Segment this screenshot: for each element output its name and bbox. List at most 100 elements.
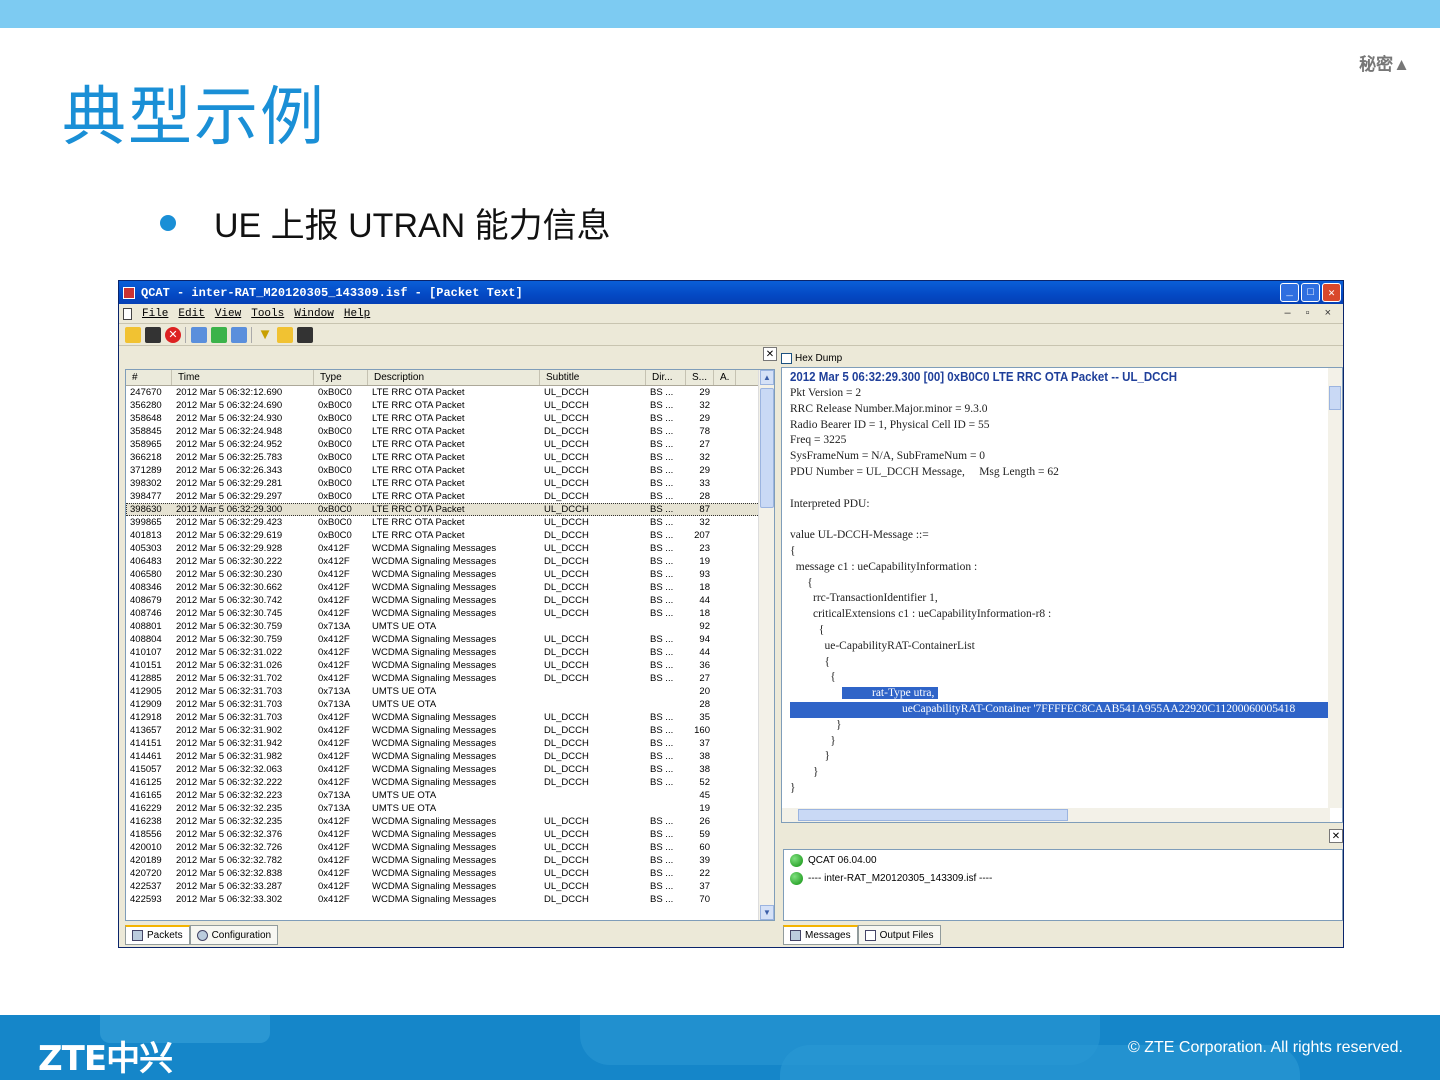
table-cell: LTE RRC OTA Packet	[372, 387, 465, 398]
messages-icon	[790, 930, 801, 941]
export-folder-icon[interactable]	[277, 326, 293, 343]
highlighted-rat-container: ueCapabilityRAT-Container '7FFFFEC8CAAB5…	[790, 701, 1332, 718]
menu-window[interactable]: Window	[294, 308, 334, 320]
table-row[interactable]: 416229 2012 Mar 5 06:32:32.235 0x713A UMTS …	[126, 802, 774, 815]
table-row[interactable]: 398477 2012 Mar 5 06:32:29.297 0xB0C0 LTE R…	[126, 490, 774, 503]
packet-text-view[interactable]: 2012 Mar 5 06:32:29.300 [00] 0xB0C0 LTE …	[781, 367, 1343, 823]
table-row[interactable]: 406580 2012 Mar 5 06:32:30.230 0x412F WCDMA…	[126, 568, 774, 581]
table-row[interactable]: 422537 2012 Mar 5 06:32:33.287 0x412F WCDMA…	[126, 880, 774, 893]
table-cell	[714, 425, 736, 438]
table-cell: 2012 Mar 5 06:32:32.726	[176, 842, 283, 853]
scroll-up-icon[interactable]: ▲	[760, 370, 774, 385]
table-row[interactable]: 413657 2012 Mar 5 06:32:31.902 0x412F WCDMA…	[126, 724, 774, 737]
table-row[interactable]: 410151 2012 Mar 5 06:32:31.026 0x412F WCDMA…	[126, 659, 774, 672]
table-row[interactable]: 422593 2012 Mar 5 06:32:33.302 0x412F WCDMA…	[126, 893, 774, 906]
table-row[interactable]: 418556 2012 Mar 5 06:32:32.376 0x412F WCDMA…	[126, 828, 774, 841]
column-header[interactable]: Type	[314, 370, 368, 385]
table-row[interactable]: 420720 2012 Mar 5 06:32:32.838 0x412F WCDMA…	[126, 867, 774, 880]
table-cell: 0xB0C0	[318, 426, 352, 437]
menu-tools[interactable]: Tools	[251, 308, 284, 320]
mdi-controls[interactable]: – ▫ ×	[1284, 307, 1337, 319]
table-row[interactable]: 401813 2012 Mar 5 06:32:29.619 0xB0C0 LTE R…	[126, 529, 774, 542]
column-header[interactable]: Time	[172, 370, 314, 385]
table-row[interactable]: 412918 2012 Mar 5 06:32:31.703 0x412F WCDMA…	[126, 711, 774, 724]
document-icon[interactable]	[123, 307, 132, 320]
table-row[interactable]: 371289 2012 Mar 5 06:32:26.343 0xB0C0 LTE R…	[126, 464, 774, 477]
hex-dump-toggle[interactable]: Hex Dump	[781, 349, 1343, 367]
menu-view[interactable]: View	[215, 308, 241, 320]
packet-table[interactable]: # Time Type Description Subtitle Dir... …	[125, 369, 775, 921]
stop-icon[interactable]: ✕	[165, 326, 181, 343]
menu-file[interactable]: File	[142, 308, 168, 320]
table-row[interactable]: 420010 2012 Mar 5 06:32:32.726 0x412F WCDMA…	[126, 841, 774, 854]
table-row[interactable]: 408746 2012 Mar 5 06:32:30.745 0x412F WCDMA…	[126, 607, 774, 620]
table-row[interactable]: 416165 2012 Mar 5 06:32:32.223 0x713A UMTS …	[126, 789, 774, 802]
table-row[interactable]: 414151 2012 Mar 5 06:32:31.942 0x412F WCDMA…	[126, 737, 774, 750]
window-titlebar[interactable]: QCAT - inter-RAT_M20120305_143309.isf - …	[119, 281, 1343, 304]
table-row[interactable]: 405303 2012 Mar 5 06:32:29.928 0x412F WCDMA…	[126, 542, 774, 555]
table-cell: UL_DCCH	[544, 634, 589, 645]
menu-edit[interactable]: Edit	[178, 308, 204, 320]
table-row[interactable]: 408346 2012 Mar 5 06:32:30.662 0x412F WCDMA…	[126, 581, 774, 594]
table-row[interactable]: 358845 2012 Mar 5 06:32:24.948 0xB0C0 LTE R…	[126, 425, 774, 438]
table-row[interactable]: 358648 2012 Mar 5 06:32:24.930 0xB0C0 LTE R…	[126, 412, 774, 425]
table-cell: 0x412F	[318, 881, 350, 892]
open-folder-icon[interactable]	[125, 326, 141, 343]
save-icon[interactable]	[145, 326, 161, 343]
scroll-down-icon[interactable]: ▼	[760, 905, 774, 920]
table-row[interactable]: 412909 2012 Mar 5 06:32:31.703 0x713A UMTS …	[126, 698, 774, 711]
hex-dump-checkbox[interactable]	[781, 352, 792, 364]
scroll-thumb[interactable]	[1329, 386, 1341, 410]
table-row[interactable]: 399865 2012 Mar 5 06:32:29.423 0xB0C0 LTE R…	[126, 516, 774, 529]
minimize-button[interactable]: _	[1280, 283, 1299, 302]
pane-close-icon[interactable]: ✕	[763, 347, 777, 361]
table-row[interactable]: 406483 2012 Mar 5 06:32:30.222 0x412F WCDMA…	[126, 555, 774, 568]
tab-packets[interactable]: Packets	[125, 925, 190, 945]
table-cell: UMTS UE OTA	[372, 803, 437, 814]
table-row[interactable]: 410107 2012 Mar 5 06:32:31.022 0x412F WCDMA…	[126, 646, 774, 659]
close-button[interactable]: ✕	[1322, 283, 1341, 302]
column-header[interactable]: Description	[368, 370, 540, 385]
filter-icon[interactable]: ▼	[257, 326, 273, 343]
packet-view-icon[interactable]	[191, 326, 207, 343]
table-row[interactable]: 366218 2012 Mar 5 06:32:25.783 0xB0C0 LTE R…	[126, 451, 774, 464]
column-header[interactable]: Subtitle	[540, 370, 646, 385]
menu-help[interactable]: Help	[344, 308, 370, 320]
tab-configuration[interactable]: Configuration	[189, 925, 279, 945]
table-row[interactable]: 358965 2012 Mar 5 06:32:24.952 0xB0C0 LTE R…	[126, 438, 774, 451]
tab-output-files[interactable]: Output Files	[857, 925, 941, 945]
filter-view-icon[interactable]	[231, 326, 247, 343]
column-header[interactable]: Dir...	[646, 370, 686, 385]
text-vertical-scrollbar[interactable]	[1328, 368, 1342, 808]
table-row[interactable]: 416238 2012 Mar 5 06:32:32.235 0x412F WCDMA…	[126, 815, 774, 828]
scroll-thumb[interactable]	[798, 809, 1068, 821]
table-cell: BS ...	[650, 712, 674, 723]
tab-messages[interactable]: Messages	[783, 925, 858, 945]
table-row[interactable]: 414461 2012 Mar 5 06:32:31.982 0x412F WCDMA…	[126, 750, 774, 763]
table-cell: 414461	[130, 751, 162, 762]
messages-close-icon[interactable]: ✕	[1329, 829, 1343, 843]
table-row[interactable]: 408679 2012 Mar 5 06:32:30.742 0x412F WCDMA…	[126, 594, 774, 607]
table-row[interactable]: 408801 2012 Mar 5 06:32:30.759 0x713A UMTS …	[126, 620, 774, 633]
vertical-scrollbar[interactable]: ▲ ▼	[758, 370, 774, 920]
column-header[interactable]: S...	[686, 370, 714, 385]
table-row[interactable]: 398302 2012 Mar 5 06:32:29.281 0xB0C0 LTE R…	[126, 477, 774, 490]
table-row[interactable]: 408804 2012 Mar 5 06:32:30.759 0x412F WCDMA…	[126, 633, 774, 646]
table-row[interactable]: 416125 2012 Mar 5 06:32:32.222 0x412F WCDMA…	[126, 776, 774, 789]
table-row[interactable]: 412905 2012 Mar 5 06:32:31.703 0x713A UMTS …	[126, 685, 774, 698]
table-row[interactable]: 398630 2012 Mar 5 06:32:29.300 0xB0C0 LTE R…	[126, 503, 774, 516]
message-view-icon[interactable]	[211, 326, 227, 343]
table-cell: 422593	[130, 894, 162, 905]
table-row[interactable]: 247670 2012 Mar 5 06:32:12.690 0xB0C0 LTE R…	[126, 386, 774, 399]
table-row[interactable]: 356280 2012 Mar 5 06:32:24.690 0xB0C0 LTE R…	[126, 399, 774, 412]
table-row[interactable]: 415057 2012 Mar 5 06:32:32.063 0x412F WCDMA…	[126, 763, 774, 776]
column-header[interactable]: A.	[714, 370, 736, 385]
text-horizontal-scrollbar[interactable]	[782, 808, 1330, 822]
table-row[interactable]: 420189 2012 Mar 5 06:32:32.782 0x412F WCDMA…	[126, 854, 774, 867]
table-row[interactable]: 412885 2012 Mar 5 06:32:31.702 0x412F WCDMA…	[126, 672, 774, 685]
table-cell: 70	[699, 894, 710, 905]
scroll-thumb[interactable]	[760, 388, 774, 508]
column-header[interactable]: #	[126, 370, 172, 385]
maximize-button[interactable]: □	[1301, 283, 1320, 302]
save-as-icon[interactable]	[297, 326, 313, 343]
